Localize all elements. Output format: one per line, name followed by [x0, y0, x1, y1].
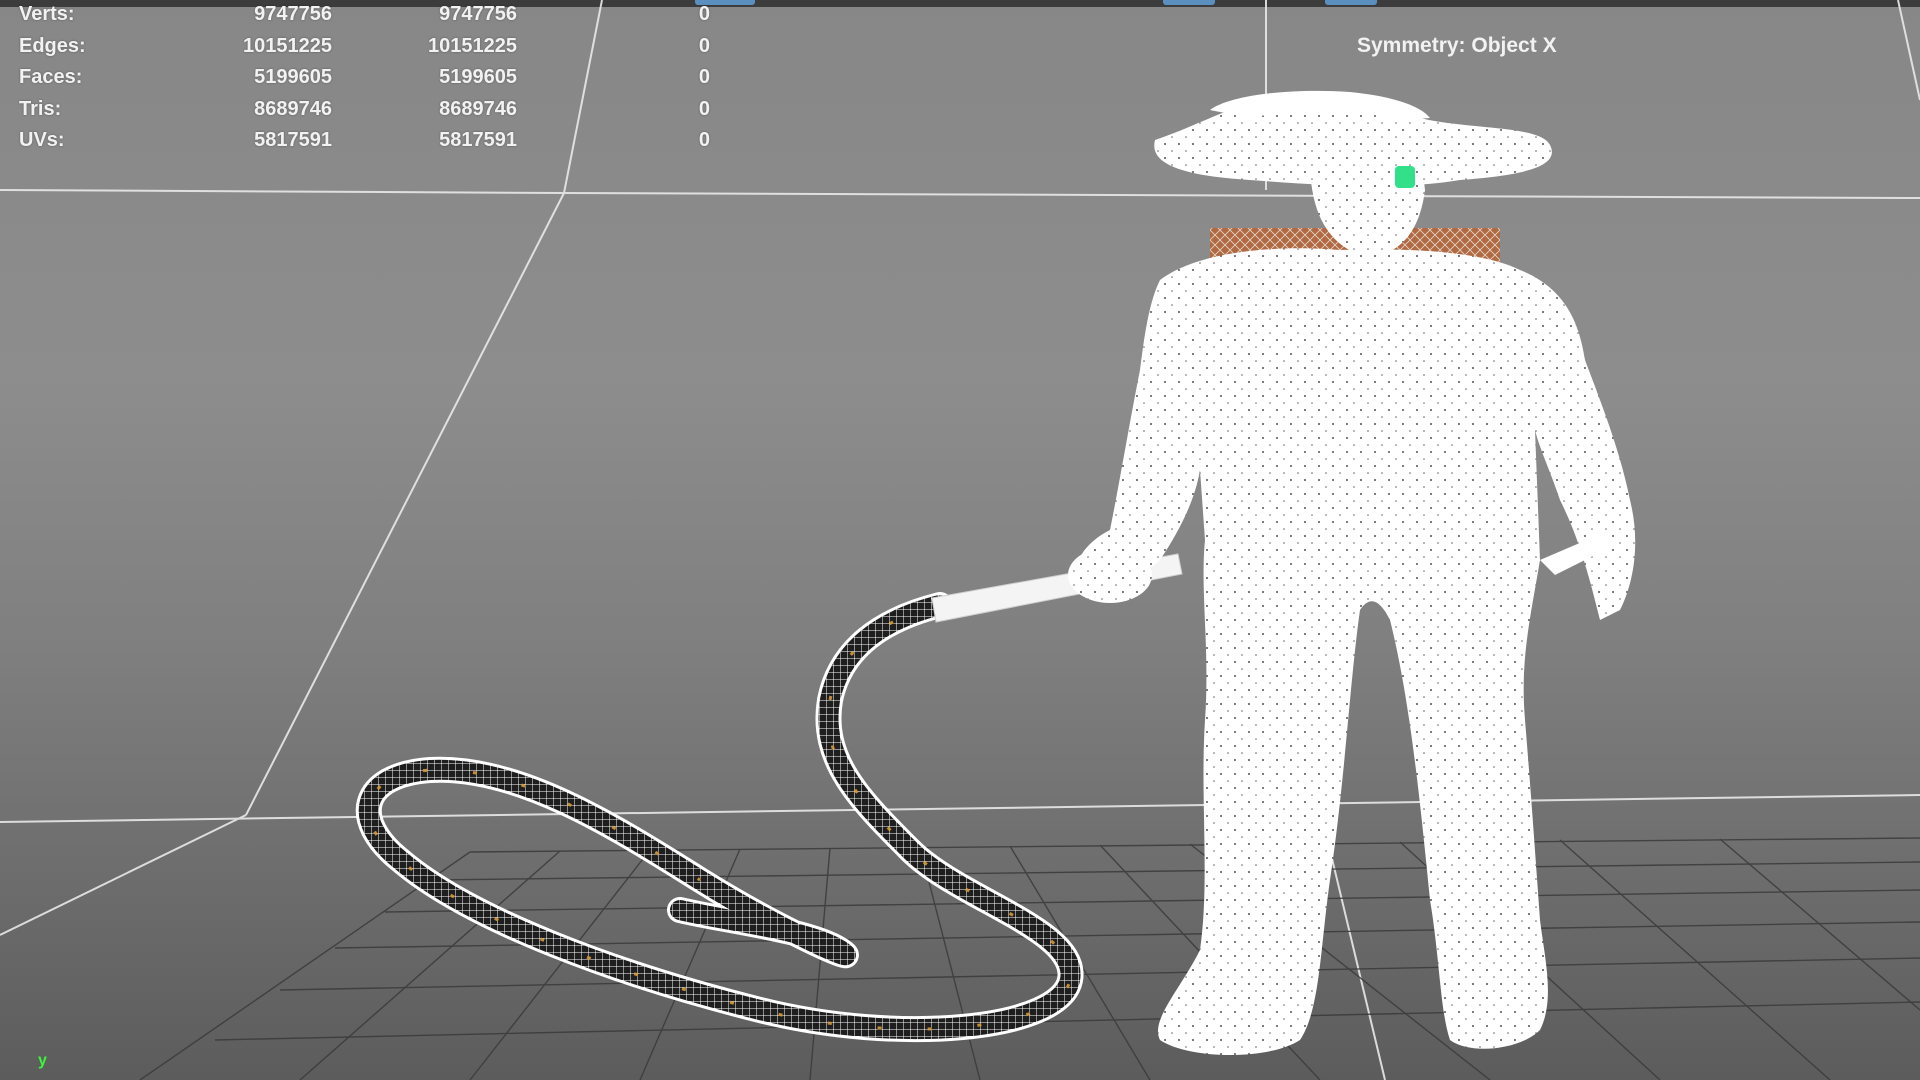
hud-row-verts: Verts: 9747756 9747756 0 [0, 3, 760, 31]
hud-row-edges: Edges: 10151225 10151225 0 [0, 35, 760, 63]
axis-y-indicator: y [38, 1052, 47, 1069]
viewport-scene[interactable] [0, 0, 1920, 1080]
hud-value-3: 0 [698, 129, 710, 151]
hud-value-2: 10151225 [428, 35, 517, 57]
hud-value-3: 0 [698, 98, 710, 120]
whip-mesh [355, 553, 1183, 1043]
hud-row-tris: Tris: 8689746 8689746 0 [0, 98, 760, 126]
whip-lash [355, 592, 1084, 1043]
hud-value-3: 0 [698, 66, 710, 88]
hud-value-2: 5817591 [439, 129, 517, 151]
hud-label: Faces: [19, 66, 83, 88]
hud-value-3: 0 [698, 3, 710, 25]
hud-value-1: 5199605 [254, 66, 332, 88]
hud-value-1: 9747756 [254, 3, 332, 25]
hud-value-1: 10151225 [243, 35, 332, 57]
hud-label: Verts: [19, 3, 75, 25]
hud-row-uvs: UVs: 5817591 5817591 0 [0, 129, 760, 157]
eye-highlight [1395, 166, 1415, 188]
hud-value-2: 5199605 [439, 66, 517, 88]
hud-label: UVs: [19, 129, 65, 151]
hud-value-2: 9747756 [439, 3, 517, 25]
hud-value-1: 5817591 [254, 129, 332, 151]
hud-value-1: 8689746 [254, 98, 332, 120]
right-hand [1068, 547, 1152, 603]
hud-value-2: 8689746 [439, 98, 517, 120]
hud-label: Edges: [19, 35, 86, 57]
hud-row-faces: Faces: 5199605 5199605 0 [0, 66, 760, 94]
hud-label: Tris: [19, 98, 62, 120]
hud-value-3: 0 [698, 35, 710, 57]
symmetry-status: Symmetry: Object X [1357, 34, 1557, 57]
3d-viewport[interactable]: Verts: 9747756 9747756 0 Edges: 10151225… [0, 0, 1920, 1080]
